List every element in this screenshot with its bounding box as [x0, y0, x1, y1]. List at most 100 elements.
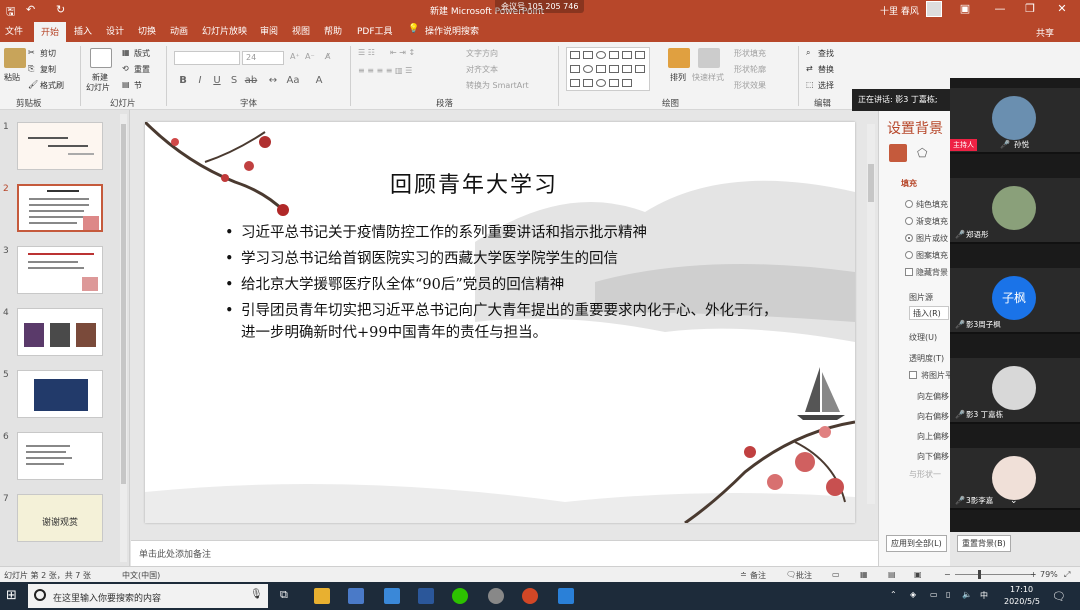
char-spacing-icon[interactable]: ↔: [266, 75, 280, 86]
arrange-button[interactable]: 排列: [670, 72, 686, 83]
windows-start-icon[interactable]: ⊞: [6, 588, 17, 603]
file-explorer-icon[interactable]: [314, 588, 330, 604]
new-slide-icon[interactable]: [90, 48, 112, 68]
account-avatar[interactable]: [926, 1, 942, 17]
fit-slide-icon[interactable]: ⤢: [1064, 570, 1070, 580]
mail-icon[interactable]: [384, 588, 400, 604]
paste-icon[interactable]: [4, 48, 26, 68]
find-icon[interactable]: ⌕: [806, 48, 810, 58]
comments-toggle[interactable]: 批注: [796, 570, 812, 581]
tab-file[interactable]: 文件: [5, 24, 23, 37]
gradient-fill-radio[interactable]: [905, 217, 913, 225]
wechat-icon[interactable]: [452, 588, 468, 604]
paste-button[interactable]: 粘贴: [4, 72, 20, 83]
grow-font-icon[interactable]: A⁺: [290, 52, 300, 61]
tab-pdf[interactable]: PDF工具: [357, 24, 393, 37]
tab-insert[interactable]: 插入: [74, 24, 92, 37]
tray-app-icon[interactable]: ◈: [910, 590, 916, 599]
notes-pane[interactable]: 单击此处添加备注: [131, 540, 878, 566]
change-case-icon[interactable]: Aa: [286, 75, 300, 86]
font-color-icon[interactable]: A: [312, 75, 326, 86]
zoom-level[interactable]: 79%: [1040, 570, 1058, 579]
new-slide-label-2[interactable]: 幻灯片: [86, 82, 110, 93]
insert-button[interactable]: 插入(R): [909, 306, 949, 320]
slide-thumbnail-3[interactable]: [17, 246, 103, 294]
thumbnail-scrollbar[interactable]: [120, 114, 127, 562]
slideshow-icon[interactable]: ▣: [914, 570, 922, 579]
solid-fill-radio[interactable]: [905, 200, 913, 208]
slide-scrollbar[interactable]: [867, 124, 875, 504]
find-button[interactable]: 查找: [818, 48, 834, 59]
lightbulb-icon[interactable]: 💡: [408, 24, 419, 34]
participant-tile[interactable]: 🎤 3影李嘉 ⌄: [950, 448, 1080, 510]
effects-category-icon[interactable]: ⬠: [917, 146, 927, 160]
reset-icon[interactable]: ⟲: [122, 64, 129, 73]
tile-checkbox[interactable]: [909, 371, 917, 379]
section-button[interactable]: 节: [134, 80, 142, 91]
volume-icon[interactable]: 🔈: [962, 590, 972, 599]
browser-icon[interactable]: [488, 588, 504, 604]
layout-button[interactable]: 版式: [134, 48, 150, 59]
powerpoint-taskbar-icon[interactable]: [522, 588, 538, 604]
fill-category-icon[interactable]: [889, 144, 907, 162]
quick-styles-button[interactable]: 快速样式: [692, 72, 724, 83]
strikethrough-icon[interactable]: ab: [244, 75, 258, 86]
shrink-font-icon[interactable]: A⁻: [305, 52, 315, 61]
task-view-icon[interactable]: ⧉: [280, 588, 288, 602]
reset-button[interactable]: 重置: [134, 64, 150, 75]
undo-icon[interactable]: ↶: [26, 3, 35, 16]
slide-title[interactable]: 回顾青年大学习: [390, 167, 558, 199]
minimize-icon[interactable]: —: [990, 2, 1010, 15]
clock-time[interactable]: 17:10: [1010, 585, 1033, 594]
ime-indicator[interactable]: 中: [980, 590, 988, 601]
slide-sorter-icon[interactable]: ▦: [860, 570, 868, 579]
section-icon[interactable]: ▤: [122, 80, 130, 89]
format-painter-button[interactable]: 格式刷: [40, 80, 64, 91]
slide-thumbnail-6[interactable]: [17, 432, 103, 480]
replace-icon[interactable]: ⇄: [806, 64, 813, 73]
tab-home[interactable]: 开始: [34, 22, 67, 43]
replace-button[interactable]: 替换: [818, 64, 834, 75]
tab-slideshow[interactable]: 幻灯片放映: [202, 24, 247, 37]
notes-toggle[interactable]: 备注: [750, 570, 766, 581]
fill-section-header[interactable]: 填充: [901, 178, 917, 189]
text-direction-button[interactable]: 文字方向: [466, 48, 498, 59]
pattern-fill-radio[interactable]: [905, 251, 913, 259]
slide-thumbnail-5[interactable]: [17, 370, 103, 418]
slide-thumbnail-2[interactable]: [17, 184, 103, 232]
hide-bg-checkbox[interactable]: [905, 268, 913, 276]
tab-view[interactable]: 视图: [292, 24, 310, 37]
word-icon[interactable]: [418, 588, 434, 604]
underline-icon[interactable]: U: [210, 75, 224, 86]
quick-styles-icon[interactable]: [698, 48, 720, 68]
reading-view-icon[interactable]: ▤: [888, 570, 896, 579]
reset-background-button[interactable]: 重置背景(B): [957, 535, 1011, 552]
tab-help[interactable]: 帮助: [324, 24, 342, 37]
select-button[interactable]: 选择: [818, 80, 834, 91]
zoom-out-icon[interactable]: −: [944, 570, 951, 579]
normal-view-icon[interactable]: ▭: [832, 570, 840, 579]
cut-icon[interactable]: ✂: [28, 48, 35, 57]
font-name-combo[interactable]: [174, 51, 240, 65]
align-icons[interactable]: ≡ ≡ ≡ ≡ ▥ ☰: [358, 66, 412, 75]
participant-tile[interactable]: 🎤 郑语彤: [950, 178, 1080, 244]
slide-canvas[interactable]: 回顾青年大学习 习近平总书记关于疫情防控工作的系列重要讲话和指示批示精神 学习习…: [145, 122, 855, 523]
language-indicator[interactable]: 中文(中国): [122, 570, 160, 581]
layout-icon[interactable]: ▦: [122, 48, 130, 57]
ribbon-display-icon[interactable]: ▣: [955, 2, 975, 15]
meeting-app-icon[interactable]: [558, 588, 574, 604]
participant-tile[interactable]: 主持人 🎤 孙悦: [950, 88, 1080, 154]
close-icon[interactable]: ✕: [1052, 2, 1072, 15]
texture-label[interactable]: 纹理(U): [909, 332, 937, 343]
microphone-icon[interactable]: 🎙: [250, 589, 263, 600]
share-button[interactable]: 共享: [1036, 26, 1054, 39]
participant-tile[interactable]: 🎤 影3 丁嘉栋: [950, 358, 1080, 424]
format-painter-icon[interactable]: 🖌: [28, 80, 38, 89]
shape-effects-button[interactable]: 形状效果: [734, 80, 766, 91]
select-icon[interactable]: ⬚: [806, 80, 814, 89]
slide-thumbnail-1[interactable]: [17, 122, 103, 170]
copy-button[interactable]: 复制: [40, 64, 56, 75]
clock-date[interactable]: 2020/5/5: [1004, 597, 1040, 606]
bullets-icon[interactable]: ☰ ☷: [358, 48, 375, 57]
shadow-icon[interactable]: S: [227, 75, 241, 86]
